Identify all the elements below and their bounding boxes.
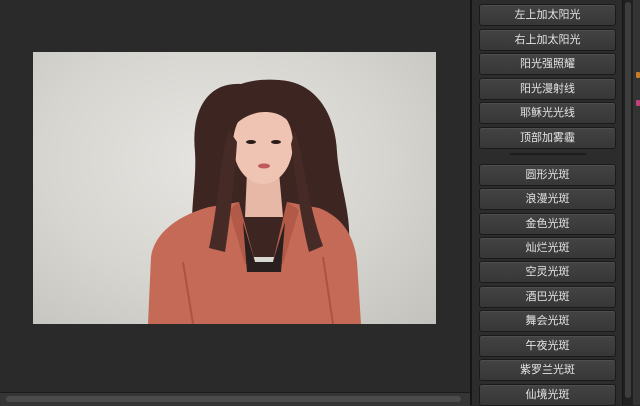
button-wonderland-bokeh[interactable]: 仙境光斑 (479, 384, 616, 406)
horizontal-scrollbar[interactable] (0, 392, 470, 406)
pink-marker-icon (636, 100, 640, 106)
button-top-left-sunlight[interactable]: 左上加太阳光 (479, 4, 616, 26)
button-bar-bokeh[interactable]: 酒巴光斑 (479, 286, 616, 308)
photo-canvas[interactable] (33, 52, 436, 324)
right-edge-strip (633, 0, 640, 405)
button-top-right-sunlight[interactable]: 右上加太阳光 (479, 29, 616, 51)
panel-separator (510, 153, 586, 155)
button-golden-bokeh[interactable]: 金色光斑 (479, 213, 616, 235)
effects-panel: 左上加太阳光 右上加太阳光 阳光强照耀 阳光漫射线 耶稣光光线 顶部加雾霾 圆形… (472, 0, 622, 406)
button-violet-bokeh[interactable]: 紫罗兰光斑 (479, 359, 616, 381)
button-party-bokeh[interactable]: 舞会光斑 (479, 310, 616, 332)
vertical-scroll-thumb[interactable] (625, 2, 631, 398)
button-ethereal-bokeh[interactable]: 空灵光斑 (479, 261, 616, 283)
button-strong-sunshine[interactable]: 阳光强照耀 (479, 53, 616, 75)
vertical-scrollbar[interactable] (622, 0, 633, 405)
button-top-haze[interactable]: 顶部加雾霾 (479, 127, 616, 149)
horizontal-scroll-thumb[interactable] (6, 396, 461, 402)
button-romantic-bokeh[interactable]: 浪漫光斑 (479, 188, 616, 210)
portrait-image (148, 79, 361, 324)
canvas-area (0, 0, 470, 392)
button-brilliant-bokeh[interactable]: 灿烂光斑 (479, 237, 616, 259)
orange-marker-icon (636, 72, 640, 78)
button-midnight-bokeh[interactable]: 午夜光斑 (479, 335, 616, 357)
button-diffuse-sunrays[interactable]: 阳光漫射线 (479, 78, 616, 100)
button-round-bokeh[interactable]: 圆形光斑 (479, 164, 616, 186)
button-god-rays[interactable]: 耶稣光光线 (479, 102, 616, 124)
